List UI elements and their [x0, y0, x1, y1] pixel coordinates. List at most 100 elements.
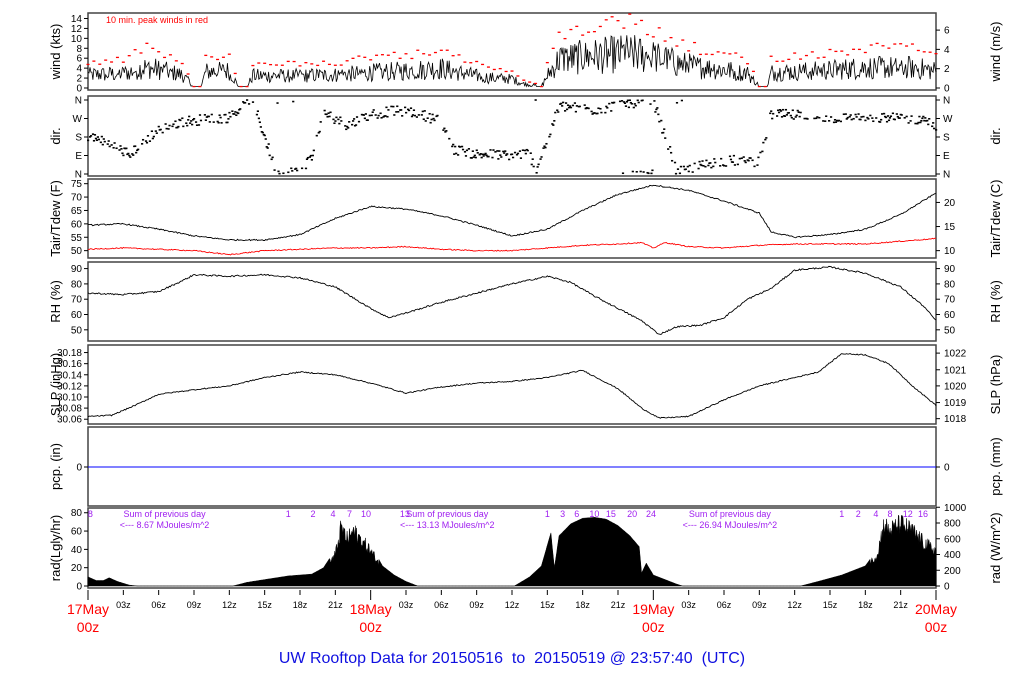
wind-direction-point — [657, 113, 660, 116]
dir-ytick-label-right: N — [943, 170, 950, 181]
wind-peak-mark — [793, 52, 797, 54]
rad-ytick-label: 0 — [76, 582, 82, 593]
wind-direction-point — [345, 128, 348, 131]
wind-direction-point — [544, 146, 547, 149]
wind-direction-point — [806, 118, 809, 120]
wind-direction-point — [263, 134, 266, 137]
wind-direction-point — [110, 144, 113, 146]
wind-direction-point — [900, 114, 903, 116]
wind-peak-mark — [469, 62, 473, 64]
wind-peak-mark — [569, 28, 573, 31]
wind-direction-point — [844, 113, 847, 115]
wind-peak-mark — [916, 49, 920, 52]
wind-peak-mark — [604, 19, 608, 21]
wind-direction-point — [247, 103, 251, 105]
wind-direction-point — [780, 116, 784, 118]
wind-direction-point — [370, 114, 373, 117]
wind-direction-point — [875, 117, 878, 119]
wind-peak-mark — [857, 48, 861, 51]
wind-direction-point — [102, 138, 105, 140]
rad-ytick-label-right: 400 — [944, 550, 961, 561]
wind-direction-point — [177, 125, 180, 128]
wind-direction-point — [174, 120, 177, 123]
wind-peak-mark — [634, 23, 638, 25]
wind-direction-point — [613, 101, 616, 104]
wind-direction-point — [869, 114, 872, 117]
wind-direction-point — [325, 113, 328, 116]
wind-direction-point — [731, 161, 735, 163]
wind-direction-point — [816, 116, 819, 118]
wind-direction-point — [304, 167, 308, 170]
wind-direction-point — [909, 120, 912, 122]
wind-peak-mark — [422, 53, 426, 55]
x-date-sublabel: 00z — [77, 619, 100, 635]
wind-direction-point — [818, 116, 821, 119]
wind-direction-point — [426, 117, 429, 119]
wind-direction-point — [455, 152, 458, 155]
wind-direction-point — [480, 156, 483, 159]
wind-direction-point — [273, 169, 276, 171]
wind-direction-point — [642, 171, 645, 173]
wind-direction-point — [239, 108, 242, 110]
wind-peak-mark — [457, 54, 461, 56]
wind-direction-point — [536, 166, 539, 168]
dir-ytick-label: N — [75, 96, 82, 107]
wind-peak-mark — [204, 54, 208, 57]
dir-ylabel: dir. — [48, 127, 63, 144]
wind-direction-point — [457, 154, 460, 156]
dir-ytick-label: W — [73, 114, 83, 125]
rad-ytick-label: 40 — [71, 545, 83, 556]
wind-ytick-label: 8 — [76, 44, 82, 55]
wind-direction-point — [218, 114, 221, 117]
wind-direction-point — [670, 159, 674, 162]
wind-direction-point — [779, 110, 783, 112]
wind-direction-point — [673, 161, 677, 164]
wind-peak-mark — [486, 66, 490, 68]
wind-peak-mark — [522, 79, 526, 81]
rh-ytick-label: 90 — [71, 264, 83, 275]
wind-peak-mark — [416, 49, 420, 51]
wind-peak-mark — [227, 53, 231, 55]
wind-peak-mark — [681, 39, 685, 41]
wind-direction-point — [208, 121, 211, 123]
wind-peak-mark — [274, 64, 278, 66]
rad-panel-frame — [87, 507, 937, 589]
wind-direction-point — [255, 113, 259, 116]
wind-direction-point — [765, 137, 768, 139]
wind-direction-point — [700, 164, 703, 167]
wind-direction-point — [377, 114, 380, 117]
wind-peak-mark — [375, 54, 379, 56]
wind-direction-point — [553, 120, 556, 122]
wind-direction-point — [704, 165, 707, 168]
wind-direction-point — [678, 172, 682, 175]
wind-direction-point — [639, 170, 642, 173]
wind-peak-mark — [151, 47, 155, 49]
wind-ytick-label: 6 — [76, 54, 82, 65]
wind-direction-point — [392, 105, 395, 108]
wind-direction-point — [898, 117, 901, 119]
wind-direction-point — [608, 102, 611, 105]
wind-direction-point — [903, 117, 906, 119]
wind-direction-point — [366, 119, 369, 121]
wind-ytick-label-right: 2 — [944, 64, 950, 75]
wind-direction-point — [707, 164, 710, 167]
wind-direction-point — [893, 118, 896, 121]
wind-direction-point — [855, 116, 858, 118]
wind-direction-point — [210, 113, 213, 116]
wind-peak-mark — [875, 42, 879, 45]
wind-direction-point — [207, 115, 210, 118]
wind-direction-point — [857, 113, 860, 115]
wind-peak-mark — [781, 60, 785, 62]
wind-direction-point — [384, 115, 387, 117]
wind-direction-point — [171, 125, 174, 128]
radiation-hour-label: 16 — [918, 509, 928, 519]
wind-direction-point — [610, 110, 613, 112]
wind-direction-point — [404, 106, 407, 109]
wind-direction-point — [564, 102, 568, 104]
wind-direction-point — [670, 151, 673, 154]
wind-direction-point — [339, 116, 342, 119]
wind-direction-point — [867, 118, 870, 120]
wind-direction-point — [719, 165, 722, 167]
wind-peak-mark — [663, 40, 667, 42]
wind-ylabel: wind (kts) — [48, 24, 63, 81]
